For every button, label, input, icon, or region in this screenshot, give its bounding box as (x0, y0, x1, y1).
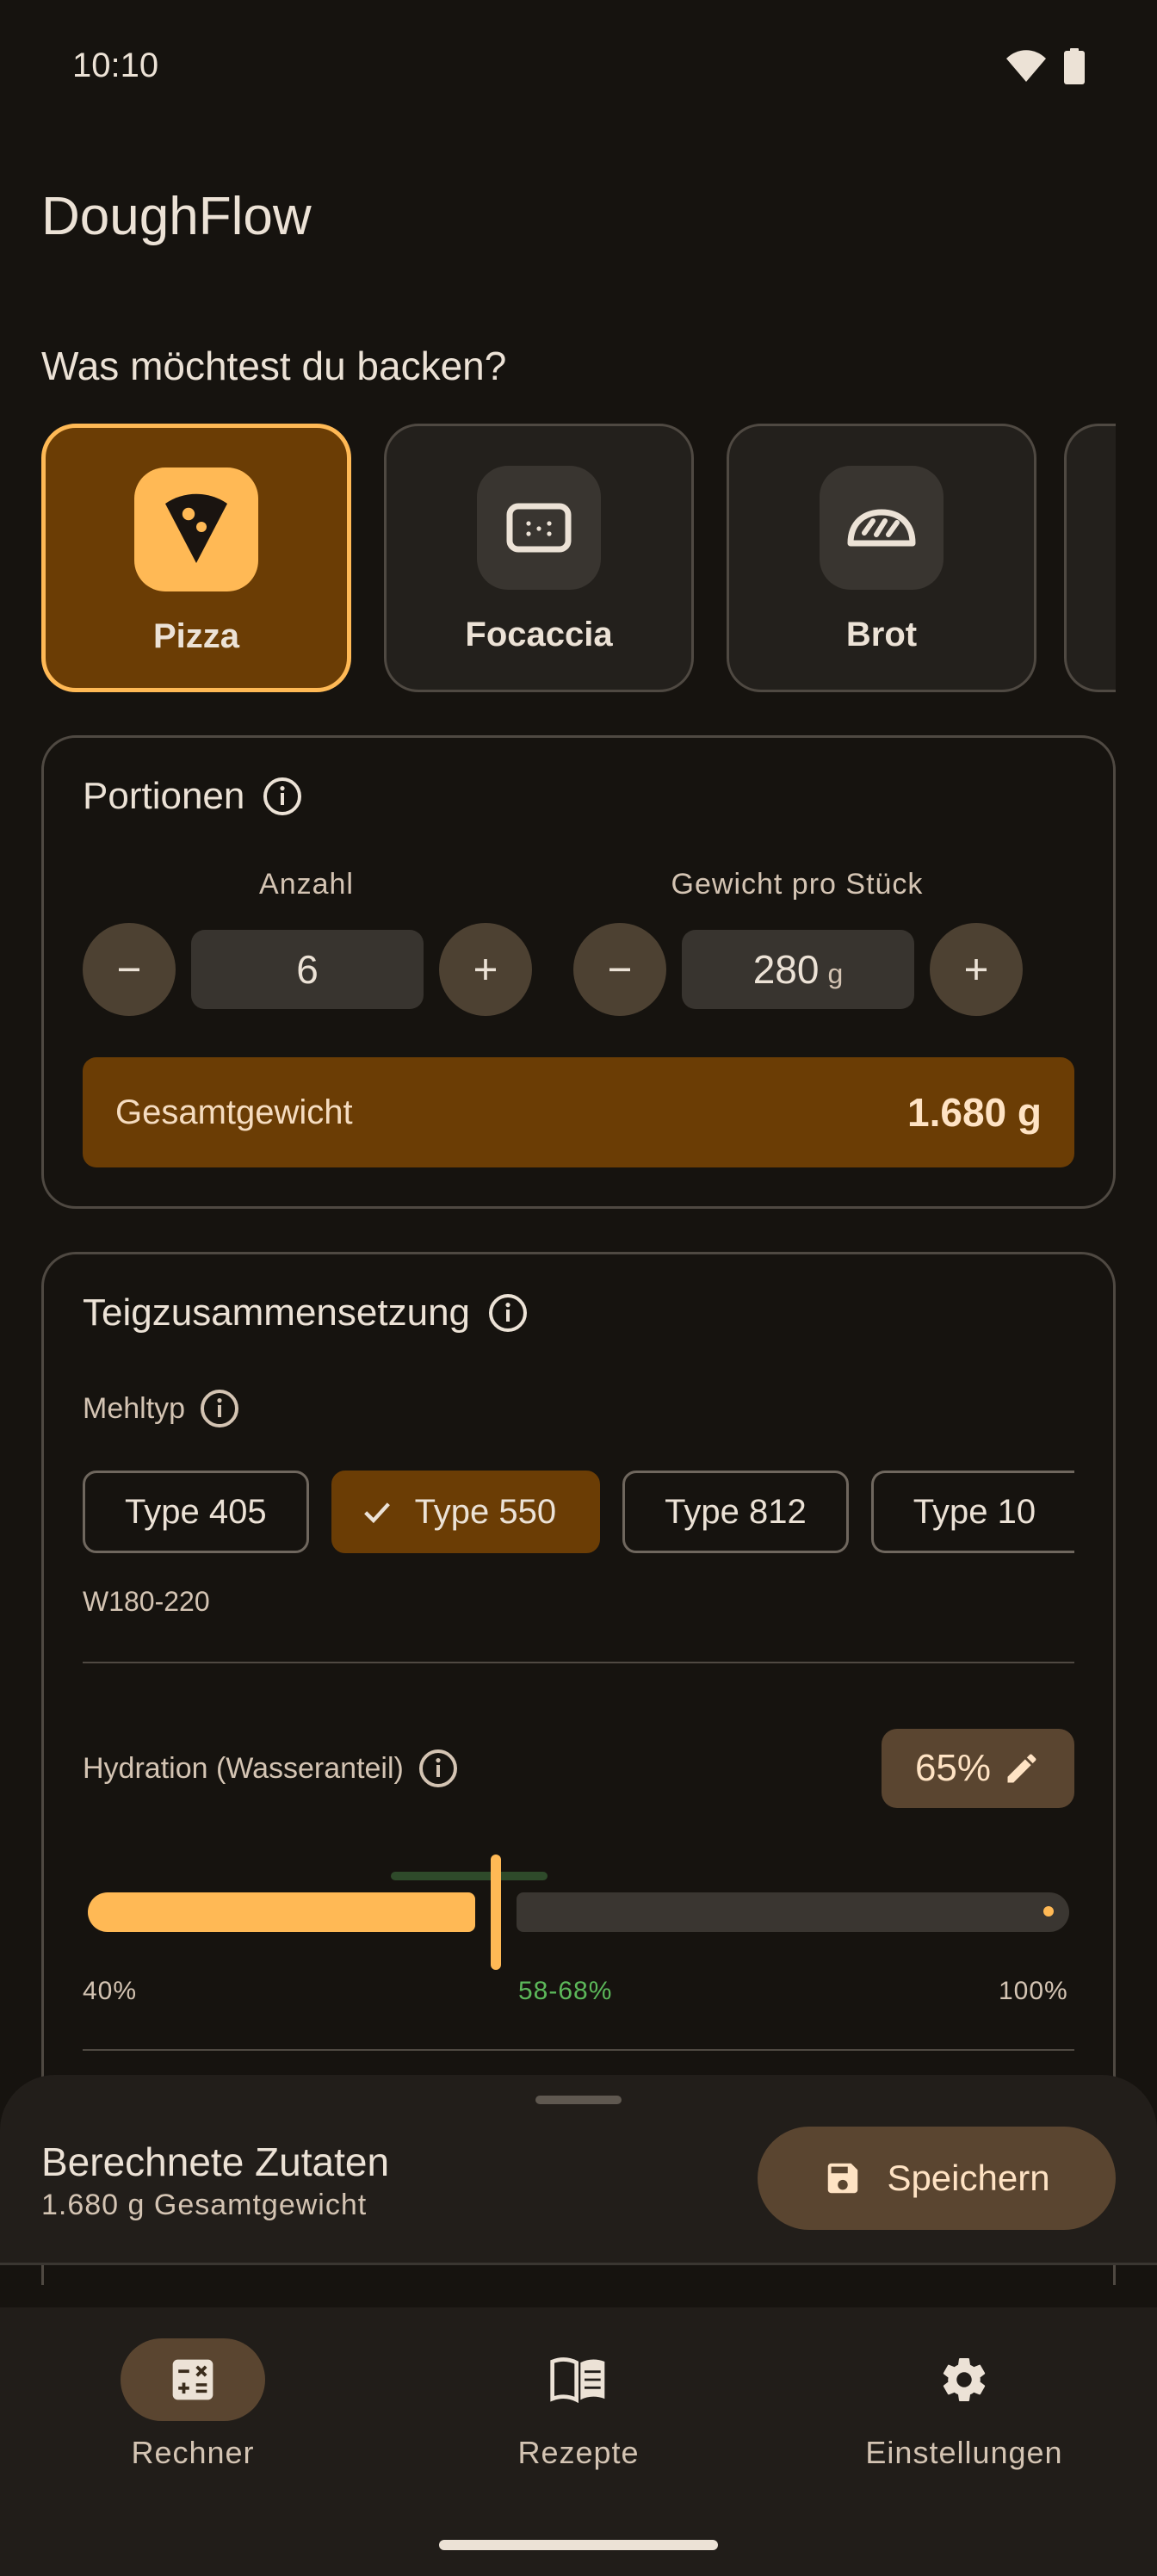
flour-label: Mehltyp (83, 1391, 186, 1425)
nav-item-rechner[interactable]: Rechner (0, 2338, 386, 2471)
bake-question: Was möchtest du backen? (41, 344, 507, 388)
count-label: Anzahl (259, 868, 354, 901)
total-weight-label: Gesamtgewicht (115, 1093, 353, 1131)
hydration-recommended-range (391, 1872, 548, 1880)
nav-item-rezepte[interactable]: Rezepte (386, 2338, 771, 2471)
hydration-heading: Hydration (Wasseranteil) (83, 1748, 459, 1789)
divider (83, 1662, 1074, 1663)
weight-increment-button[interactable] (930, 923, 1023, 1016)
slider-range-label: 58-68% (518, 1977, 613, 2005)
plus-icon (966, 959, 987, 980)
save-button[interactable]: Speichern (758, 2127, 1116, 2230)
status-icons (1005, 48, 1085, 84)
minus-icon (609, 968, 630, 972)
hydration-slider-track[interactable] (517, 1892, 1069, 1932)
count-increment-button[interactable] (439, 923, 532, 1016)
slider-max-label: 100% (999, 1977, 1068, 2005)
flour-chip-type-550[interactable]: Type 550 (331, 1471, 601, 1553)
category-label: Pizza (152, 617, 240, 655)
flour-chip-type-10[interactable]: Type 10 (870, 1471, 1074, 1553)
save-label: Speichern (887, 2158, 1050, 2198)
category-focaccia[interactable]: Focaccia (384, 424, 694, 692)
dough-title: Teigzusammensetzung (83, 1291, 471, 1334)
gear-icon (943, 2358, 986, 2401)
info-icon[interactable] (487, 1292, 529, 1334)
count-value[interactable]: 6 (191, 930, 424, 1009)
hydration-slider-fill[interactable] (88, 1892, 475, 1932)
flour-chip-row: Type 405 Type 550 Type 812 Type 10 (83, 1471, 1074, 1553)
home-indicator[interactable] (439, 2540, 718, 2550)
portion-title: Portionen (83, 775, 245, 817)
bread-icon (847, 509, 916, 547)
portion-heading: Portionen (83, 775, 303, 818)
category-row: Pizza Focaccia Brot (41, 424, 1036, 692)
info-icon[interactable] (262, 776, 303, 817)
category-card-partial[interactable] (1064, 424, 1116, 692)
category-pizza[interactable]: Pizza (41, 424, 351, 692)
hydration-value: 65% (914, 1747, 992, 1789)
hydration-slider-thumb[interactable] (491, 1855, 501, 1970)
weight-decrement-button[interactable] (573, 923, 666, 1016)
hydration-label: Hydration (Wasseranteil) (83, 1751, 404, 1785)
app-title: DoughFlow (41, 187, 312, 246)
nav-label: Rechner (131, 2435, 255, 2470)
total-weight-value: 1.680 g (907, 1090, 1042, 1135)
dough-heading: Teigzusammensetzung (83, 1291, 529, 1334)
battery-icon (1064, 48, 1085, 84)
flour-chip-type-812[interactable]: Type 812 (622, 1471, 849, 1553)
pizza-icon (165, 493, 227, 563)
wifi-icon (1006, 50, 1046, 82)
info-icon[interactable] (199, 1388, 240, 1429)
pencil-icon (1007, 1754, 1036, 1783)
status-time: 10:10 (72, 46, 159, 84)
total-weight-bar: Gesamtgewicht 1.680 g (83, 1057, 1074, 1167)
info-icon[interactable] (418, 1748, 459, 1789)
count-decrement-button[interactable] (83, 923, 176, 1016)
divider (83, 2049, 1074, 2051)
weight-unit: g (827, 957, 844, 989)
category-bread[interactable]: Brot (727, 424, 1036, 692)
nav-item-einstellungen[interactable]: Einstellungen (771, 2338, 1157, 2471)
count-stepper: 6 (83, 923, 532, 1016)
calculator-icon (172, 2359, 213, 2400)
weight-label: Gewicht pro Stück (671, 868, 924, 901)
plus-icon (475, 959, 496, 980)
check-icon (363, 1502, 390, 1524)
sheet-divider (0, 2263, 1157, 2265)
category-label: Focaccia (465, 616, 613, 653)
nav-label: Einstellungen (865, 2435, 1063, 2470)
hydration-edit-button[interactable]: 65% (882, 1729, 1074, 1808)
book-icon (550, 2357, 605, 2404)
save-icon (828, 2163, 858, 2194)
minus-icon (119, 968, 139, 972)
slider-min-label: 40% (83, 1977, 138, 2005)
focaccia-icon (506, 503, 572, 553)
category-label: Brot (845, 616, 918, 653)
hydration-slider-stop (1043, 1906, 1054, 1917)
flour-chip-type-405[interactable]: Type 405 (83, 1471, 309, 1553)
weight-stepper: 280 g (573, 923, 1023, 1016)
sheet-drag-handle[interactable] (535, 2096, 622, 2104)
flour-strength: W180-220 (83, 1586, 210, 1617)
flour-heading: Mehltyp (83, 1388, 240, 1429)
weight-value[interactable]: 280 g (682, 930, 914, 1009)
sheet-title: Berechnete Zutaten (41, 2139, 390, 2184)
nav-label: Rezepte (517, 2435, 640, 2470)
sheet-subtitle: 1.680 g Gesamtgewicht (41, 2189, 368, 2221)
